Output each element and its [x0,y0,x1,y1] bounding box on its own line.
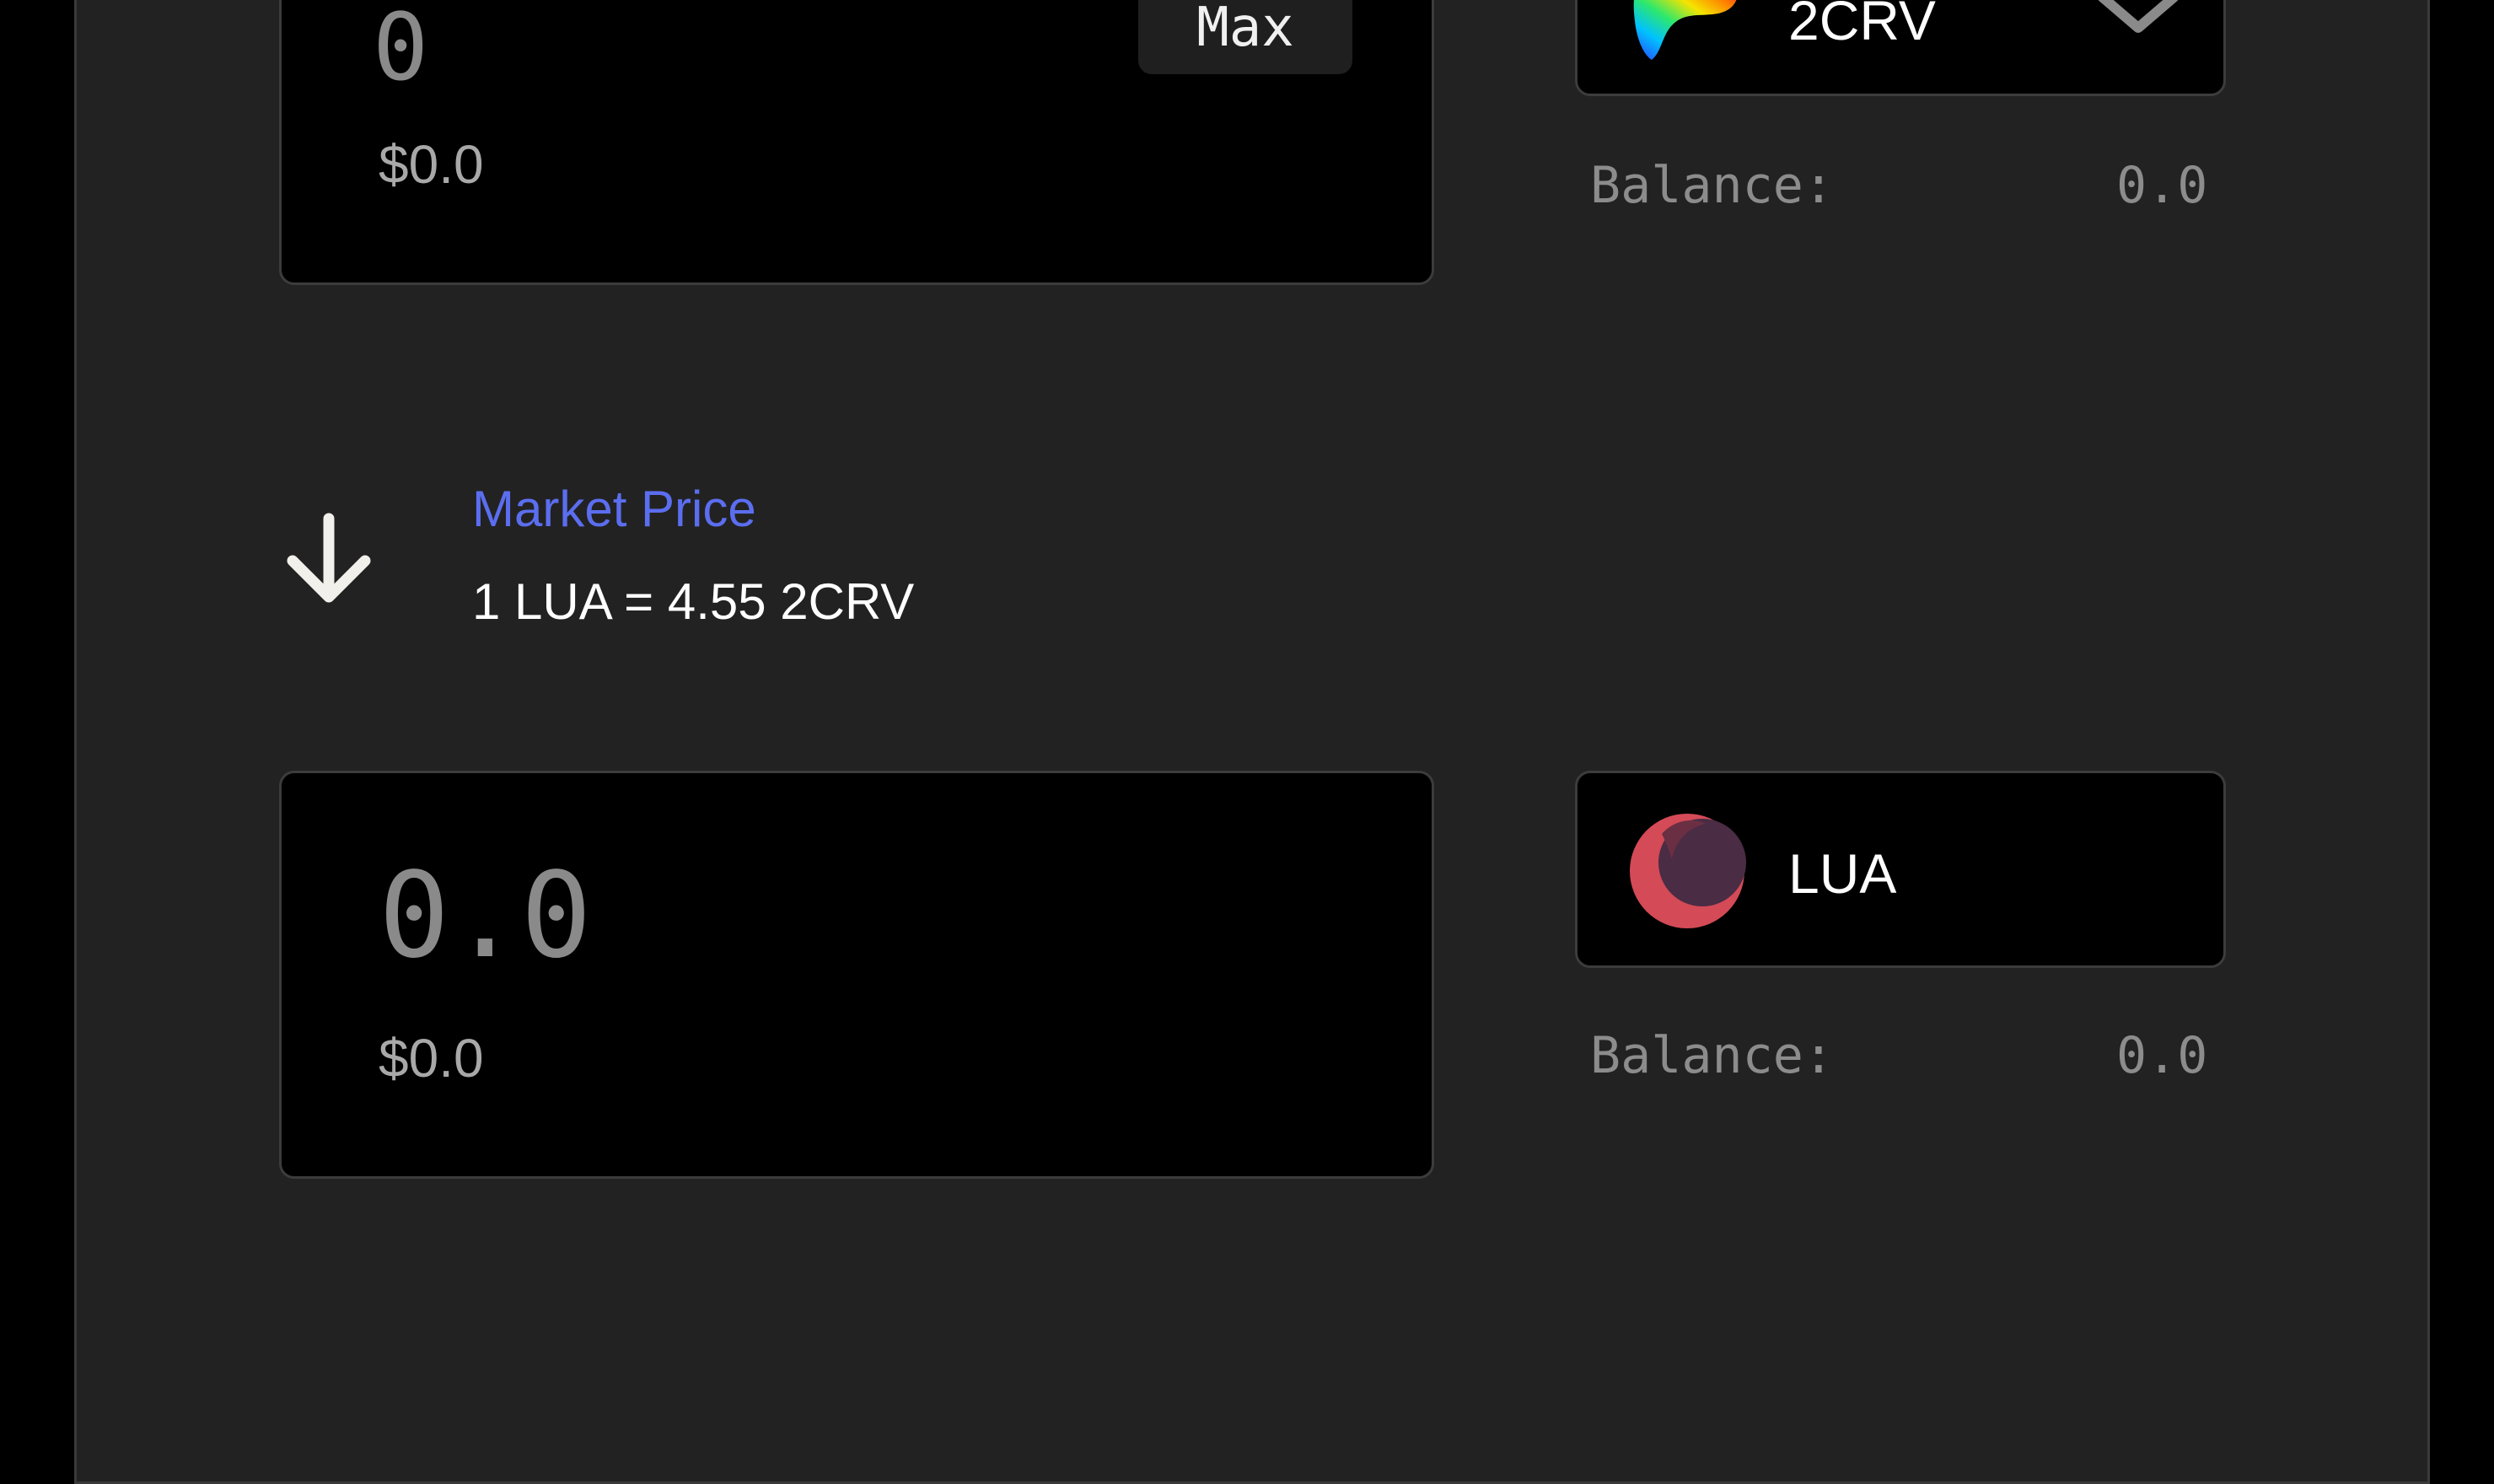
arrow-down-icon[interactable] [282,510,375,607]
to-token-symbol: LUA [1788,842,1897,905]
from-usd-value: $0.0 [379,134,484,195]
to-amount-input[interactable]: 0.0 [379,858,592,976]
to-balance-label: Balance: [1590,1026,1834,1085]
to-balance-value: 0.0 [2116,1026,2208,1085]
to-usd-value: $0.0 [379,1028,484,1089]
to-amount-box[interactable]: 0.0 $0.0 [279,771,1434,1179]
to-token-selector[interactable]: LUA [1575,771,2226,968]
lua-moon-logo-icon [1630,814,1746,928]
from-token-selector[interactable]: 2CRV [1575,0,2226,96]
from-amount-box[interactable]: 0 $0.0 Max [279,0,1434,285]
from-token-symbol: 2CRV [1788,0,1936,51]
max-button[interactable]: Max [1138,0,1352,74]
chevron-down-icon [2098,0,2179,33]
curve-rainbow-logo-icon [1633,0,1737,60]
from-amount-input[interactable]: 0 [373,1,428,94]
market-price-label: Market Price [472,481,756,537]
market-price-rate: 1 LUA = 4.55 2CRV [472,573,915,630]
from-balance-value: 0.0 [2116,156,2208,215]
from-balance-label: Balance: [1590,156,1834,215]
